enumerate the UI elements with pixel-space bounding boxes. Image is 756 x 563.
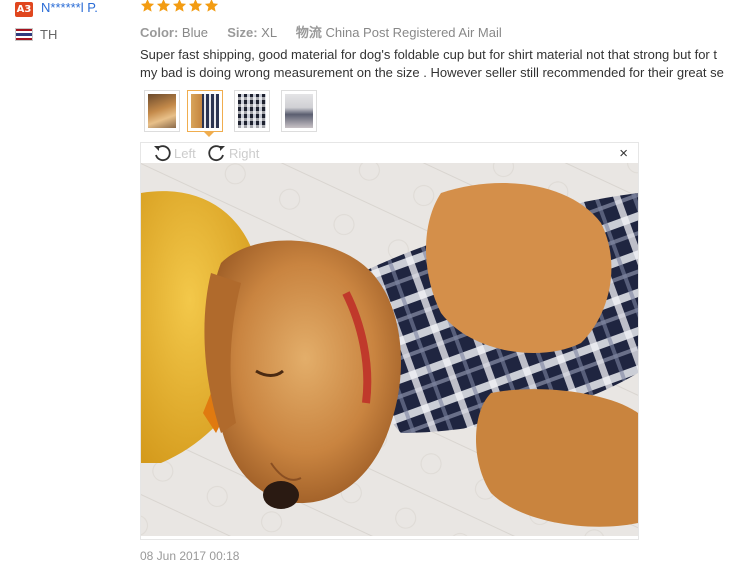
attr-size-key: Size: [227,25,258,40]
reviewer-name[interactable]: N******l P. [41,0,98,15]
review-line: my bad is doing wrong measurement on the… [140,65,724,80]
attr-color-value: Blue [181,25,208,40]
thumbnail-2[interactable] [187,90,223,132]
image-viewer: Left Right × [140,142,639,540]
star-icon [204,0,219,16]
thumbnail-4[interactable] [281,90,317,132]
level-badge: A3 [15,2,33,17]
selected-thumbnail-caret [204,132,214,137]
attr-color-key: Color: [140,25,179,40]
rotate-left-label: Left [174,145,196,161]
thumbnail-1[interactable] [144,90,180,132]
attr-shipping-value: China Post Registered Air Mail [325,25,502,40]
rotate-right-icon [207,143,227,163]
thailand-flag-icon [15,28,33,41]
thumbnail-3[interactable] [234,90,270,132]
star-rating [140,0,219,16]
star-icon [188,0,203,16]
order-attributes: Color: Blue Size: XL 物流 China Post Regis… [140,22,502,41]
attr-shipping-key: 物流 [295,25,322,40]
star-icon [172,0,187,16]
rotate-right-label: Right [229,145,260,161]
rotate-left-button[interactable]: Left [152,143,196,163]
review-photo [141,163,638,536]
rotate-right-button[interactable]: Right [207,143,259,163]
review-text: Super fast shipping, good material for d… [140,46,756,82]
attr-size-value: XL [261,25,277,40]
rotate-left-icon [152,143,172,163]
reviewer-info: A3 N******l P. TH [0,0,130,561]
star-icon [156,0,171,16]
close-icon[interactable]: × [619,145,628,163]
review-line: Super fast shipping, good material for d… [140,47,717,62]
review-thumbnails [140,90,330,137]
star-icon [140,0,155,16]
reviewer-country: TH [40,27,58,42]
